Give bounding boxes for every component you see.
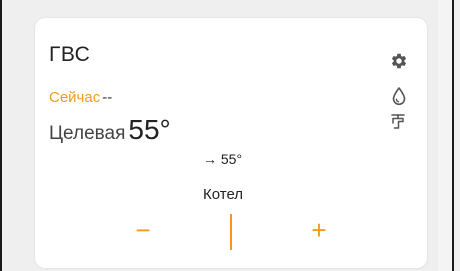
decrease-temperature-button[interactable]: −	[123, 215, 163, 245]
current-temperature-label: Сейчас	[49, 89, 101, 106]
setpoint-indicator: → 55°	[203, 151, 243, 167]
increase-temperature-button[interactable]: +	[299, 215, 339, 245]
tap-icon	[388, 111, 408, 131]
card-title: ГВС	[49, 43, 91, 66]
heat-source-label: Котел	[203, 186, 244, 203]
hot-water-card: ГВС Сейчас -- Целевая 55° → 55° Котел − +	[35, 18, 427, 268]
current-temperature-value: --	[102, 89, 113, 106]
water-drop-icon	[389, 86, 409, 106]
target-temperature-label: Целевая	[49, 123, 126, 144]
gear-icon[interactable]	[389, 51, 409, 71]
right-panel-strip	[438, 0, 452, 271]
left-frame-border	[0, 0, 2, 271]
right-frame-border	[452, 0, 454, 271]
target-temperature-row: Целевая 55°	[49, 114, 171, 146]
controls-divider	[230, 214, 232, 250]
target-temperature-value: 55°	[128, 114, 171, 145]
current-temperature-row: Сейчас --	[49, 89, 112, 106]
